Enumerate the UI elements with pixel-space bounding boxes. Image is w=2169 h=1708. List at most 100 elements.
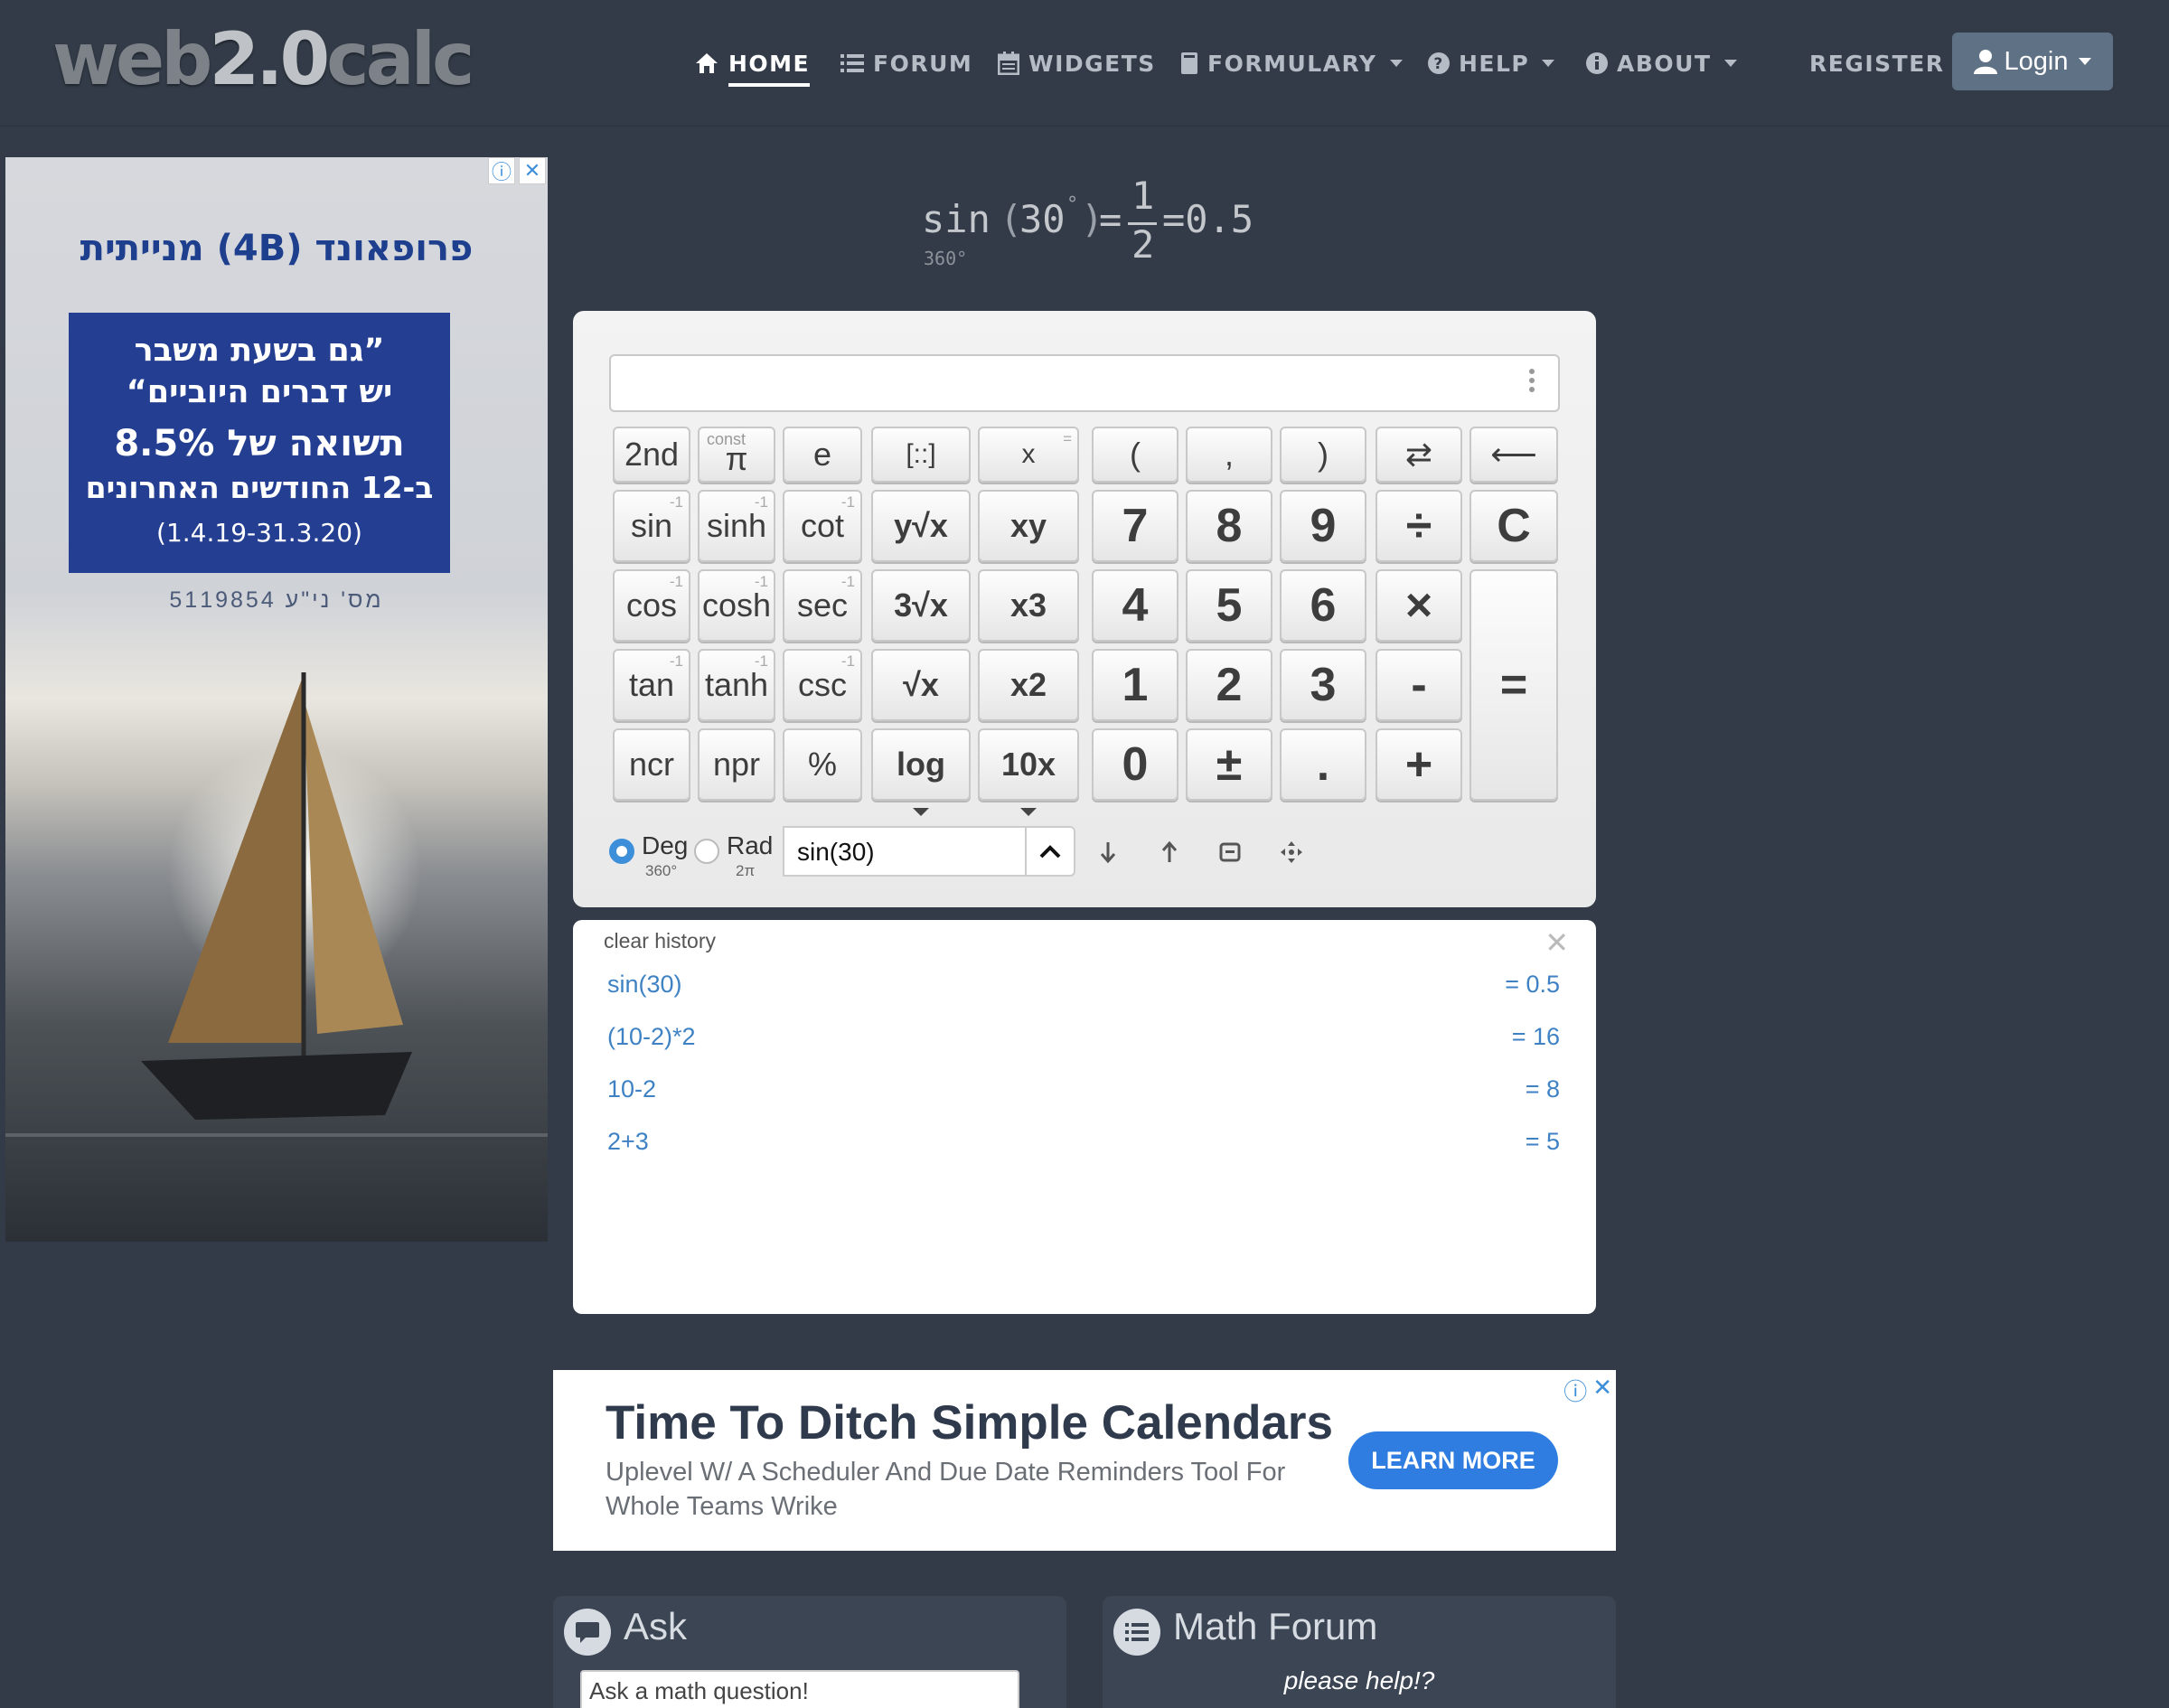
nav-about[interactable]: ABOUT	[1586, 45, 1737, 81]
key-cosh[interactable]: -1 cosh	[698, 569, 775, 642]
nav-widgets[interactable]: WIDGETS	[998, 45, 1156, 81]
chevron-down-icon	[1542, 60, 1555, 67]
expression-input[interactable]: sin(30)	[783, 826, 1025, 877]
nav-home[interactable]: HOME	[694, 45, 811, 87]
ad-brand: פרופאונד (4B) מנייתית	[80, 228, 474, 269]
advertisement-left[interactable]: ⓘ ✕ פרופאונד (4B) מנייתית ”גם בשעת משבר …	[5, 157, 548, 1242]
key-sin[interactable]: -1 sin	[613, 490, 690, 562]
nav-home-label: HOME	[728, 50, 811, 77]
key-divide[interactable]: ÷	[1376, 490, 1462, 562]
key-comma[interactable]: ,	[1186, 427, 1272, 483]
key-ncr[interactable]: ncr	[613, 728, 690, 801]
ad-line: (1.4.19-31.3.20)	[156, 518, 362, 548]
ad-info-icon[interactable]: ⓘ	[1563, 1374, 1587, 1407]
nav-forum[interactable]: FORUM	[840, 45, 972, 81]
key-8[interactable]: 8	[1186, 490, 1272, 562]
key-e[interactable]: e	[783, 427, 862, 483]
key-7[interactable]: 7	[1092, 490, 1178, 562]
history-row[interactable]: sin(30) = 0.5	[607, 971, 1560, 1007]
key-4[interactable]: 4	[1092, 569, 1178, 642]
ad-controls: ⓘ ✕	[1563, 1374, 1612, 1407]
calculator-display[interactable]	[609, 354, 1560, 412]
ad-description: Uplevel W/ A Scheduler And Due Date Remi…	[606, 1458, 1286, 1521]
key-cube-root[interactable]: 3√x	[871, 569, 971, 642]
key-right-paren[interactable]: )	[1280, 427, 1366, 483]
learn-more-button[interactable]: LEARN MORE	[1348, 1431, 1558, 1489]
ad-line: תשואה של 8.5%	[114, 423, 405, 465]
memory-icon[interactable]	[1216, 839, 1244, 866]
key-x-squared[interactable]: x2	[978, 649, 1079, 721]
ad-close-icon[interactable]: ✕	[1592, 1374, 1612, 1407]
key-swap[interactable]: ⇄	[1376, 427, 1462, 483]
ad-close-icon[interactable]: ✕	[519, 157, 546, 184]
nav-help[interactable]: ? HELP	[1428, 45, 1555, 81]
title-degree: °	[1066, 193, 1079, 216]
history-row[interactable]: 10-2 = 8	[607, 1075, 1560, 1112]
key-6[interactable]: 6	[1280, 569, 1366, 642]
chevron-down-icon	[1723, 60, 1737, 67]
key-matrix[interactable]: [::]	[871, 427, 971, 483]
log-dropdown-icon[interactable]	[913, 808, 929, 816]
key-log[interactable]: log	[871, 728, 971, 801]
forum-post-link[interactable]: please help!?	[1103, 1666, 1616, 1695]
key-1[interactable]: 1	[1092, 649, 1178, 721]
key-cos[interactable]: -1 cos	[613, 569, 690, 642]
key-tanh[interactable]: -1 tanh	[698, 649, 775, 721]
ask-question-input[interactable]: Ask a math question!	[580, 1670, 1019, 1708]
chevron-up-icon	[1039, 845, 1061, 859]
ad-line: יש דברים היוביים“	[126, 374, 393, 410]
arrow-up-icon[interactable]	[1156, 839, 1183, 866]
close-icon[interactable]: ✕	[1545, 925, 1569, 960]
key-5[interactable]: 5	[1186, 569, 1272, 642]
history-row[interactable]: (10-2)*2 = 16	[607, 1023, 1560, 1059]
key-sinh[interactable]: -1 sinh	[698, 490, 775, 562]
key-9[interactable]: 9	[1280, 490, 1366, 562]
key-backspace[interactable]: ⟵	[1469, 427, 1558, 483]
nav-formulary[interactable]: FORMULARY	[1180, 45, 1403, 81]
key-0[interactable]: 0	[1092, 728, 1178, 801]
power-dropdown-icon[interactable]	[1020, 808, 1037, 816]
key-3[interactable]: 3	[1280, 649, 1366, 721]
key-2[interactable]: 2	[1186, 649, 1272, 721]
arrow-down-icon[interactable]	[1094, 839, 1122, 866]
key-npr[interactable]: npr	[698, 728, 775, 801]
key-clear[interactable]: C	[1469, 490, 1558, 562]
key-tan[interactable]: -1 tan	[613, 649, 690, 721]
key-plus[interactable]: +	[1376, 728, 1462, 801]
key-left-paren[interactable]: (	[1092, 427, 1178, 483]
math-forum-title[interactable]: Math Forum	[1173, 1605, 1377, 1648]
key-csc[interactable]: -1 csc	[783, 649, 862, 721]
key-percent[interactable]: %	[783, 728, 862, 801]
ad-info-icon[interactable]: ⓘ	[488, 157, 515, 184]
math-forum-panel: Math Forum please help!?	[1103, 1596, 1616, 1708]
clear-history-link[interactable]: clear history	[604, 929, 716, 953]
key-minus[interactable]: -	[1376, 649, 1462, 721]
advertisement-banner[interactable]: ⓘ ✕ Time To Ditch Simple Calendars Uplev…	[553, 1370, 1616, 1551]
key-pi[interactable]: const π	[698, 427, 775, 483]
login-button[interactable]: Login	[1952, 33, 2113, 90]
deg-radio[interactable]	[609, 839, 634, 864]
register-link[interactable]: REGISTER	[1809, 45, 1945, 81]
site-logo[interactable]: web2.0calc	[52, 23, 474, 96]
key-cot[interactable]: -1 cot	[783, 490, 862, 562]
display-menu-icon[interactable]	[1529, 369, 1536, 392]
key-square-root[interactable]: √x	[871, 649, 971, 721]
ask-panel: Ask Ask a math question!	[553, 1596, 1066, 1708]
key-sec[interactable]: -1 sec	[783, 569, 862, 642]
key-x-cubed[interactable]: x3	[978, 569, 1079, 642]
key-y-root-x[interactable]: y√x	[871, 490, 971, 562]
key-variable-x[interactable]: = x	[978, 427, 1079, 483]
key-decimal[interactable]: .	[1280, 728, 1366, 801]
key-2nd[interactable]: 2nd	[613, 427, 690, 483]
key-equals[interactable]: =	[1469, 569, 1558, 801]
key-multiply[interactable]: ×	[1376, 569, 1462, 642]
history-row[interactable]: 2+3 = 5	[607, 1128, 1560, 1164]
expression-toggle-button[interactable]	[1025, 826, 1075, 877]
key-x-power-y[interactable]: xy	[978, 490, 1079, 562]
key-ten-power-x[interactable]: 10x	[978, 728, 1079, 801]
rad-radio[interactable]	[694, 839, 719, 864]
chat-icon	[564, 1609, 611, 1656]
move-icon[interactable]	[1278, 839, 1305, 866]
key-plus-minus[interactable]: ±	[1186, 728, 1272, 801]
register-label: REGISTER	[1809, 50, 1945, 77]
